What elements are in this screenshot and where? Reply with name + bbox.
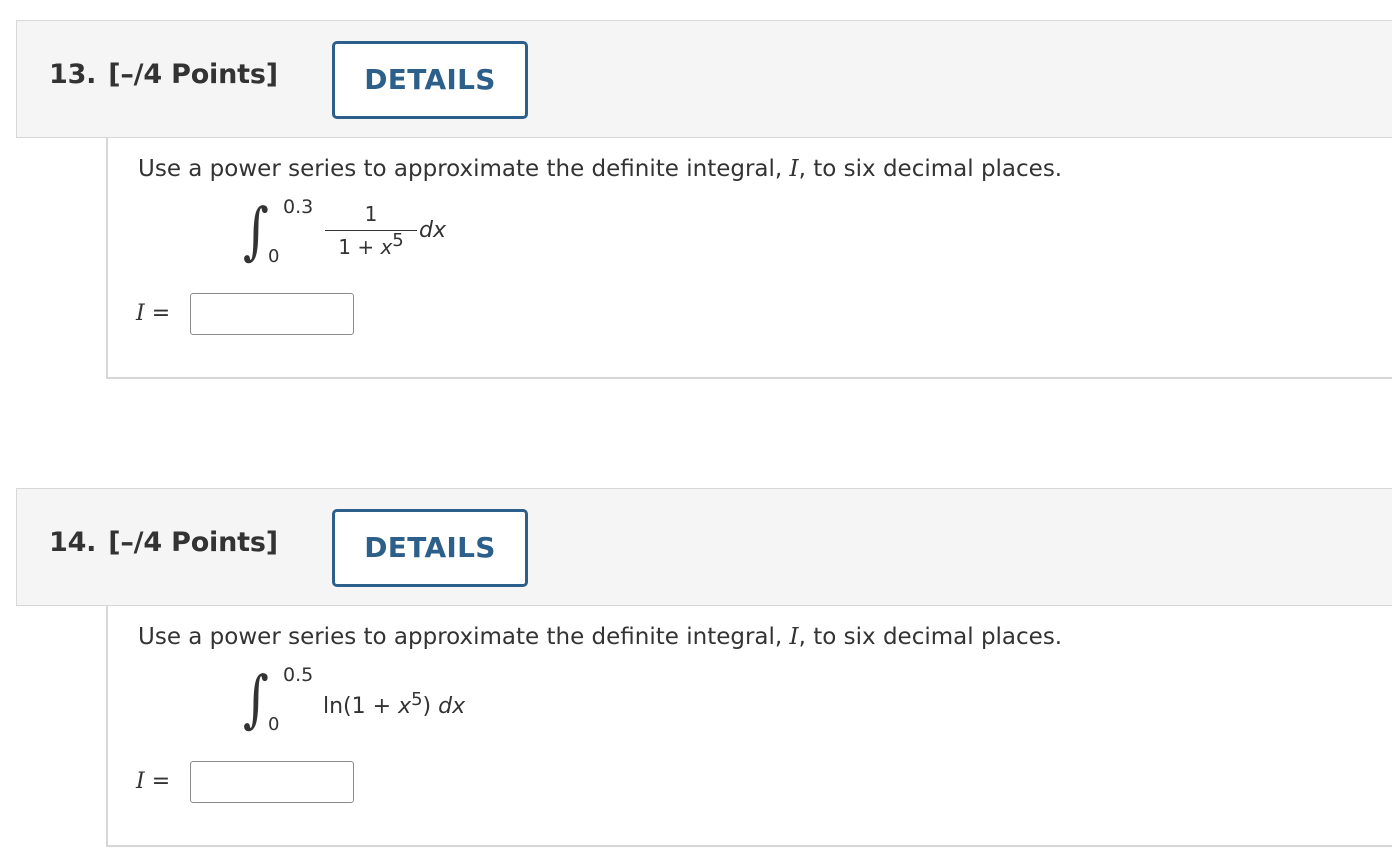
answer-equals: = (144, 769, 171, 794)
prompt-variable: I (789, 156, 799, 182)
answer-label: I = (136, 769, 170, 794)
integrand-variable: x (398, 694, 412, 719)
answer-input[interactable] (190, 761, 354, 803)
denominator-exponent: 5 (392, 230, 404, 251)
integrand-exponent: 5 (411, 689, 423, 710)
denominator-variable: x (380, 235, 393, 259)
prompt-variable: I (789, 624, 799, 650)
answer-input[interactable] (190, 293, 354, 335)
fraction: 1 1 + x5 (325, 202, 417, 259)
question-body: Use a power series to approximate the de… (106, 606, 1392, 847)
prompt-text: Use a power series to approximate the de… (138, 156, 790, 182)
answer-label: I = (136, 301, 170, 326)
question-header: 13. [–/4 Points] DETAILS (16, 20, 1392, 138)
integral-sign-icon: ∫ (243, 662, 269, 735)
prompt-text-end: , to six decimal places. (798, 624, 1063, 650)
question-14: 14. [–/4 Points] DETAILS Use a power seri… (16, 488, 1392, 847)
answer-variable: I (136, 769, 145, 794)
question-title: 14. [–/4 Points] (49, 527, 278, 558)
integral-expression: ∫ 0.5 0 ln(1 + x5) dx (243, 662, 583, 756)
denominator-base: 1 + (338, 235, 381, 259)
question-title: 13. [–/4 Points] (49, 59, 278, 90)
differential: dx (419, 218, 446, 243)
answer-variable: I (136, 301, 145, 326)
upper-limit: 0.3 (283, 196, 314, 218)
integral-sign-icon: ∫ (243, 194, 269, 267)
details-button[interactable]: DETAILS (332, 41, 528, 119)
question-number: 14. (49, 527, 97, 558)
lower-limit: 0 (268, 714, 280, 735)
question-points: [–/4 Points] (108, 59, 278, 90)
integrand-suffix: ) (422, 694, 432, 719)
question-header: 14. [–/4 Points] DETAILS (16, 488, 1392, 606)
question-points: [–/4 Points] (108, 527, 278, 558)
question-number: 13. (49, 59, 97, 90)
details-button[interactable]: DETAILS (332, 509, 528, 587)
upper-limit: 0.5 (283, 664, 314, 686)
differential-text: dx (438, 694, 466, 719)
denominator: 1 + x5 (325, 232, 417, 260)
question-13: 13. [–/4 Points] DETAILS Use a power seri… (16, 20, 1392, 379)
question-prompt: Use a power series to approximate the de… (138, 156, 1062, 182)
integrand: ln(1 + x5) dx (323, 691, 466, 720)
integrand-prefix: ln(1 + (323, 694, 399, 719)
question-prompt: Use a power series to approximate the de… (138, 624, 1062, 650)
answer-equals: = (144, 301, 171, 326)
question-body: Use a power series to approximate the de… (106, 138, 1392, 379)
prompt-text: Use a power series to approximate the de… (138, 624, 790, 650)
integral-expression: ∫ 0.3 0 1 1 + x5 dx (243, 194, 583, 288)
lower-limit: 0 (268, 246, 280, 267)
prompt-text-end: , to six decimal places. (798, 156, 1063, 182)
numerator: 1 (364, 202, 378, 226)
differential-text: dx (419, 218, 446, 243)
